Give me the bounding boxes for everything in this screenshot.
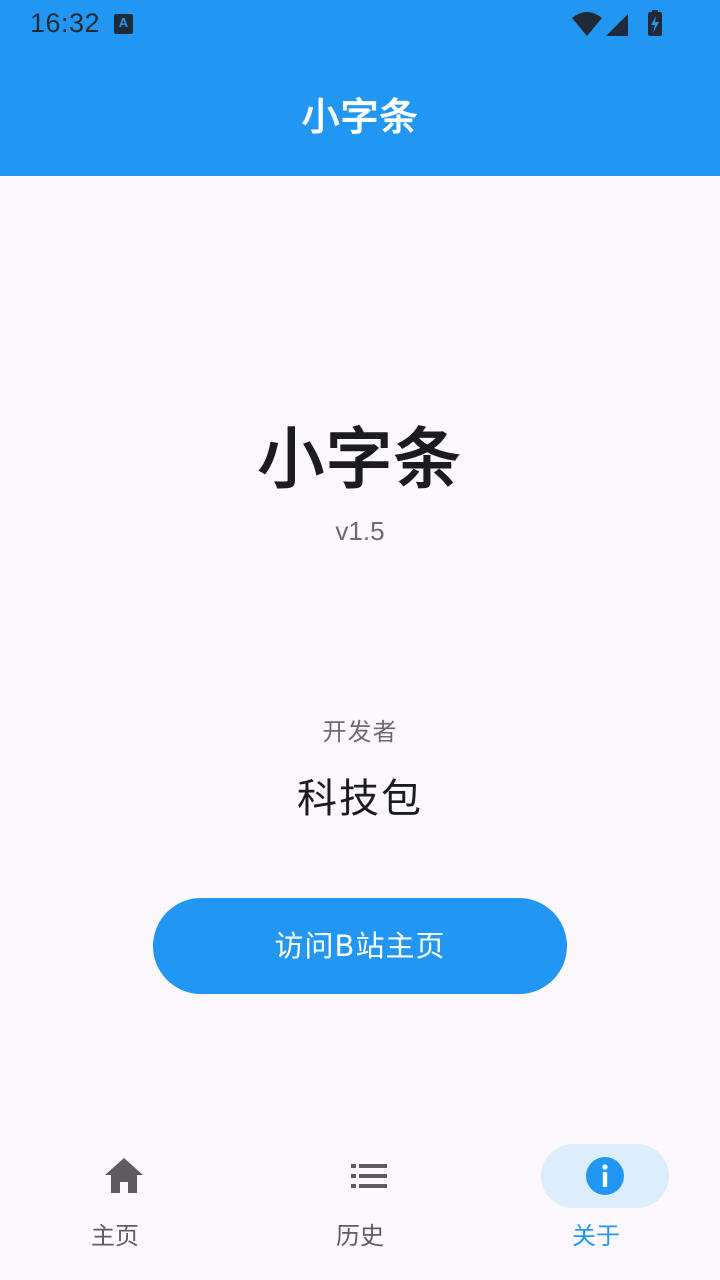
app-bar-title: 小字条 xyxy=(301,95,419,139)
developer-label: 开发者 xyxy=(322,718,398,746)
nav-label-home: 主页 xyxy=(91,1222,139,1250)
app-name-heading: 小字条 xyxy=(258,421,462,498)
developer-name: 科技包 xyxy=(297,776,423,822)
status-bar: 16:32 A xyxy=(0,0,720,48)
list-icon xyxy=(351,1164,387,1188)
about-content: 小字条 v1.5 开发者 科技包 访问B站主页 xyxy=(0,176,720,1120)
battery-charging-icon xyxy=(648,10,662,36)
home-icon xyxy=(105,1158,143,1193)
signal-icon xyxy=(606,14,628,36)
nav-item-history[interactable]: 历史 xyxy=(245,1120,485,1280)
info-icon xyxy=(586,1157,624,1195)
app-header: 16:32 A 小字条 xyxy=(0,0,720,176)
status-time: 16:32 xyxy=(30,8,101,38)
nav-item-home[interactable]: 主页 xyxy=(0,1120,240,1280)
bottom-navigation: 主页 历史 关于 xyxy=(0,1120,720,1280)
nav-label-about: 关于 xyxy=(572,1222,620,1250)
status-icons xyxy=(572,10,662,36)
app-version: v1.5 xyxy=(335,516,385,546)
notification-a-icon: A xyxy=(114,14,133,34)
visit-bilibili-button[interactable]: 访问B站主页 xyxy=(153,898,567,994)
nav-label-history: 历史 xyxy=(336,1222,384,1250)
nav-item-about[interactable]: 关于 xyxy=(481,1120,720,1280)
wifi-icon xyxy=(572,12,602,36)
